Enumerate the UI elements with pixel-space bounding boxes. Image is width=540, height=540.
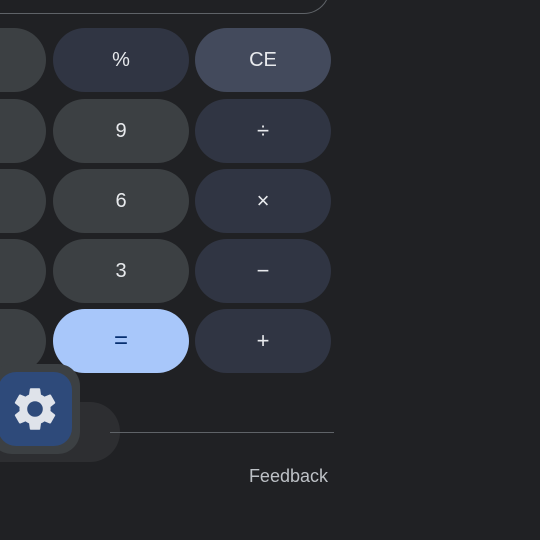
footer-divider bbox=[110, 432, 334, 433]
digit-3-button[interactable]: 3 bbox=[53, 239, 189, 303]
settings-button-inner bbox=[0, 372, 72, 446]
clear-entry-button[interactable]: CE bbox=[195, 28, 331, 92]
equals-button[interactable]: = bbox=[53, 309, 189, 373]
calculator-display bbox=[0, 0, 330, 14]
multiply-button[interactable]: × bbox=[195, 169, 331, 233]
key-partial-left-row4[interactable] bbox=[0, 239, 46, 303]
settings-button[interactable] bbox=[0, 364, 80, 454]
key-partial-left-row1[interactable] bbox=[0, 28, 46, 92]
digit-9-button[interactable]: 9 bbox=[53, 99, 189, 163]
gear-icon bbox=[14, 388, 56, 430]
percent-button[interactable]: % bbox=[53, 28, 189, 92]
feedback-link[interactable]: Feedback bbox=[249, 466, 328, 487]
calculator-window: % CE 9 ÷ 6 × 3 − = + Feedback bbox=[0, 0, 540, 540]
plus-button[interactable]: + bbox=[195, 309, 331, 373]
key-partial-left-row3[interactable] bbox=[0, 169, 46, 233]
minus-button[interactable]: − bbox=[195, 239, 331, 303]
digit-6-button[interactable]: 6 bbox=[53, 169, 189, 233]
key-partial-left-row2[interactable] bbox=[0, 99, 46, 163]
divide-button[interactable]: ÷ bbox=[195, 99, 331, 163]
